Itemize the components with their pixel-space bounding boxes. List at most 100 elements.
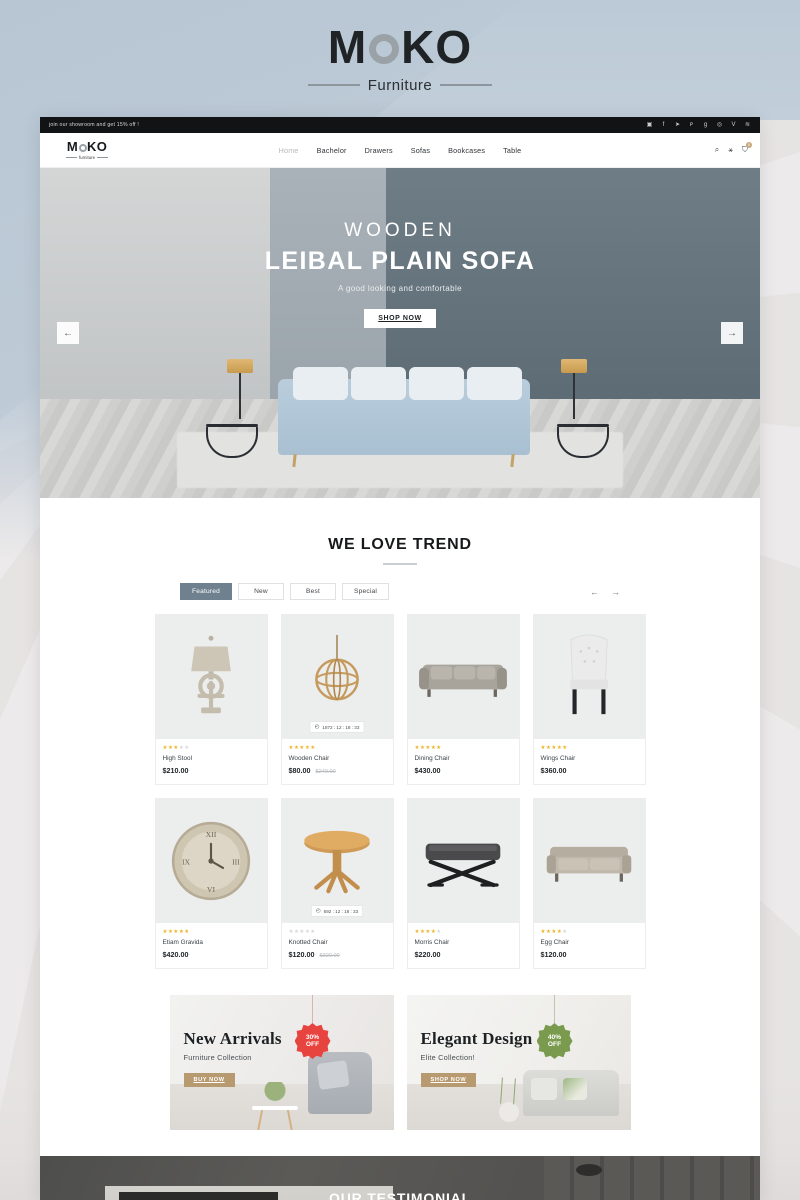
brand-letters-ko: KO (401, 20, 473, 73)
product-price: $120.00 (288, 950, 315, 959)
product-prices: $420.00 (163, 950, 260, 959)
hero-sofa (277, 367, 530, 468)
product-name[interactable]: High Stool (163, 755, 260, 762)
product-image[interactable] (407, 799, 519, 923)
product-price: $80.00 (288, 766, 311, 775)
twitter-icon[interactable]: ➤ (674, 122, 681, 128)
pinterest-icon[interactable]: ᴘ (688, 122, 695, 128)
account-icon[interactable]: ⚹ (728, 146, 733, 154)
promo-a-badge-wrap: 30% OFF (294, 995, 331, 1059)
section-title: WE LOVE TREND (328, 536, 472, 553)
site-tagline-rule-left (65, 156, 77, 158)
social-links[interactable]: ▣ f ➤ ᴘ g ◎ V ≋ (646, 122, 751, 128)
product-name[interactable]: Morris Chair (415, 939, 512, 946)
product-rating: ★★★★★ (541, 745, 638, 751)
promo-a-side-table (251, 1106, 298, 1110)
tab-featured[interactable]: Featured (180, 583, 232, 600)
product-grid: ★★★★★ High Stool $210.00 ◴ 1872 : 12 : 18 : … (40, 614, 760, 969)
product-image[interactable]: XII III VI IX (155, 799, 267, 923)
lamp-shade-right (561, 358, 588, 373)
product-image[interactable] (407, 615, 519, 739)
instagram-icon[interactable]: ◎ (716, 122, 723, 128)
nav-item-bachelor[interactable]: Bachelor (317, 146, 347, 155)
announcement-text: join our showroom and get 15% off ! (49, 122, 139, 128)
product-prices: $120.00 (541, 950, 638, 959)
search-icon[interactable]: ⌕ (715, 146, 719, 154)
cart-icon[interactable]: ⛉ 0 (742, 142, 752, 154)
product-card[interactable]: ★★★★★ Morris Chair $220.00 (406, 798, 520, 969)
hero-next-button[interactable]: → (721, 322, 743, 344)
side-table-legs-left (205, 427, 258, 459)
site-logo-m: M (66, 139, 79, 155)
product-price: $420.00 (162, 950, 189, 959)
product-prices: $430.00 (415, 766, 512, 775)
nav-item-table[interactable]: Table (503, 146, 521, 155)
nav-item-bookcases[interactable]: Bookcases (448, 146, 485, 155)
side-table-legs-right (556, 427, 609, 459)
product-name[interactable]: Etiam Gravida (163, 939, 260, 946)
product-price: $430.00 (414, 766, 441, 775)
product-card[interactable]: ◴ 1872 : 12 : 18 : 33 ★★★★★ Wooden Chair $80… (280, 614, 394, 785)
promo-a-armchair (307, 1052, 372, 1114)
product-meta: ★★★★★ Egg Chair $120.00 (534, 923, 645, 968)
product-card[interactable]: ★★★★★ High Stool $210.00 (154, 614, 268, 785)
star-icon: ★ (436, 745, 442, 751)
tab-new[interactable]: New (238, 583, 284, 600)
clock-icon: ◴ (314, 724, 320, 730)
product-image[interactable] (533, 799, 645, 923)
product-name[interactable]: Wooden Chair (289, 755, 386, 762)
google-plus-icon[interactable]: g (702, 122, 709, 128)
product-image[interactable]: ◴ 692 : 12 : 18 : 33 (281, 799, 393, 923)
product-rating: ★★★★★ (541, 929, 638, 935)
promo-b-shop-now-button[interactable]: SHOP NOW (420, 1073, 477, 1087)
tab-best[interactable]: Best (290, 583, 336, 600)
promo-banner-new-arrivals[interactable]: 30% OFF New Arrivals Furniture Collectio… (169, 995, 394, 1130)
promo-b-sofa (522, 1070, 619, 1116)
star-icon: ★ (562, 745, 568, 751)
facebook-icon[interactable]: f (660, 122, 667, 128)
products-next-button[interactable]: → (611, 587, 620, 597)
youtube-icon[interactable]: ▣ (646, 122, 653, 128)
product-name[interactable]: Egg Chair (541, 939, 638, 946)
promo-a-title: New Arrivals (183, 1029, 282, 1048)
lamp-pole-right (573, 372, 576, 419)
nav-item-drawers[interactable]: Drawers (365, 146, 393, 155)
product-card[interactable]: ★★★★★ Wings Chair $360.00 (532, 614, 646, 785)
product-name[interactable]: Wings Chair (541, 755, 638, 762)
product-image[interactable]: ◴ 1872 : 12 : 18 : 33 (281, 615, 393, 739)
product-prices: $360.00 (541, 766, 638, 775)
sofa-cushion-4 (466, 367, 523, 401)
vimeo-icon[interactable]: V (730, 122, 737, 128)
product-price: $220.00 (414, 950, 441, 959)
product-card[interactable]: XII III VI IX ★★★★★ Etiam Gravida $420.00 (154, 798, 268, 969)
product-name[interactable]: Knotted Chair (289, 939, 386, 946)
nav-item-sofas[interactable]: Sofas (411, 146, 430, 155)
products-prev-button[interactable]: ← (590, 587, 599, 597)
site-logo[interactable]: M KO furniture (52, 140, 122, 160)
tab-special[interactable]: Special (342, 583, 390, 600)
product-price: $210.00 (162, 766, 189, 775)
product-image[interactable] (533, 615, 645, 739)
product-card[interactable]: ★★★★★ Dining Chair $430.00 (406, 614, 520, 785)
product-carousel-arrows: ← → (590, 587, 620, 597)
brand-o-ring-icon (369, 33, 400, 64)
product-card[interactable]: ◴ 692 : 12 : 18 : 33 ★★★★★ Knotted Chair $12… (280, 798, 394, 969)
hero-prev-button[interactable]: ← (57, 322, 79, 344)
product-name[interactable]: Dining Chair (415, 755, 512, 762)
rss-icon[interactable]: ≋ (744, 122, 751, 128)
product-image[interactable] (155, 615, 267, 739)
lamp-shade-left (227, 358, 254, 373)
svg-text:III: III (232, 857, 240, 866)
nav-item-home[interactable]: Home (279, 146, 299, 155)
brand-tagline: Furniture (367, 76, 433, 94)
promo-banner-elegant-design[interactable]: 40% OFF Elegant Design Elite Collection!… (406, 995, 631, 1130)
promo-b-title: Elegant Design (420, 1029, 533, 1048)
promo-a-subtitle: Furniture Collection (183, 1053, 252, 1062)
site-logo-tagline: furniture (78, 154, 96, 160)
promo-a-buy-now-button[interactable]: BUY NOW (183, 1073, 235, 1087)
product-card[interactable]: ★★★★★ Egg Chair $120.00 (532, 798, 646, 969)
product-rating: ★★★★★ (163, 745, 260, 751)
hero-shop-now-button[interactable]: SHOP NOW (364, 309, 436, 328)
tagline-rule-right (440, 84, 493, 86)
hero-lamp-left (227, 358, 254, 419)
